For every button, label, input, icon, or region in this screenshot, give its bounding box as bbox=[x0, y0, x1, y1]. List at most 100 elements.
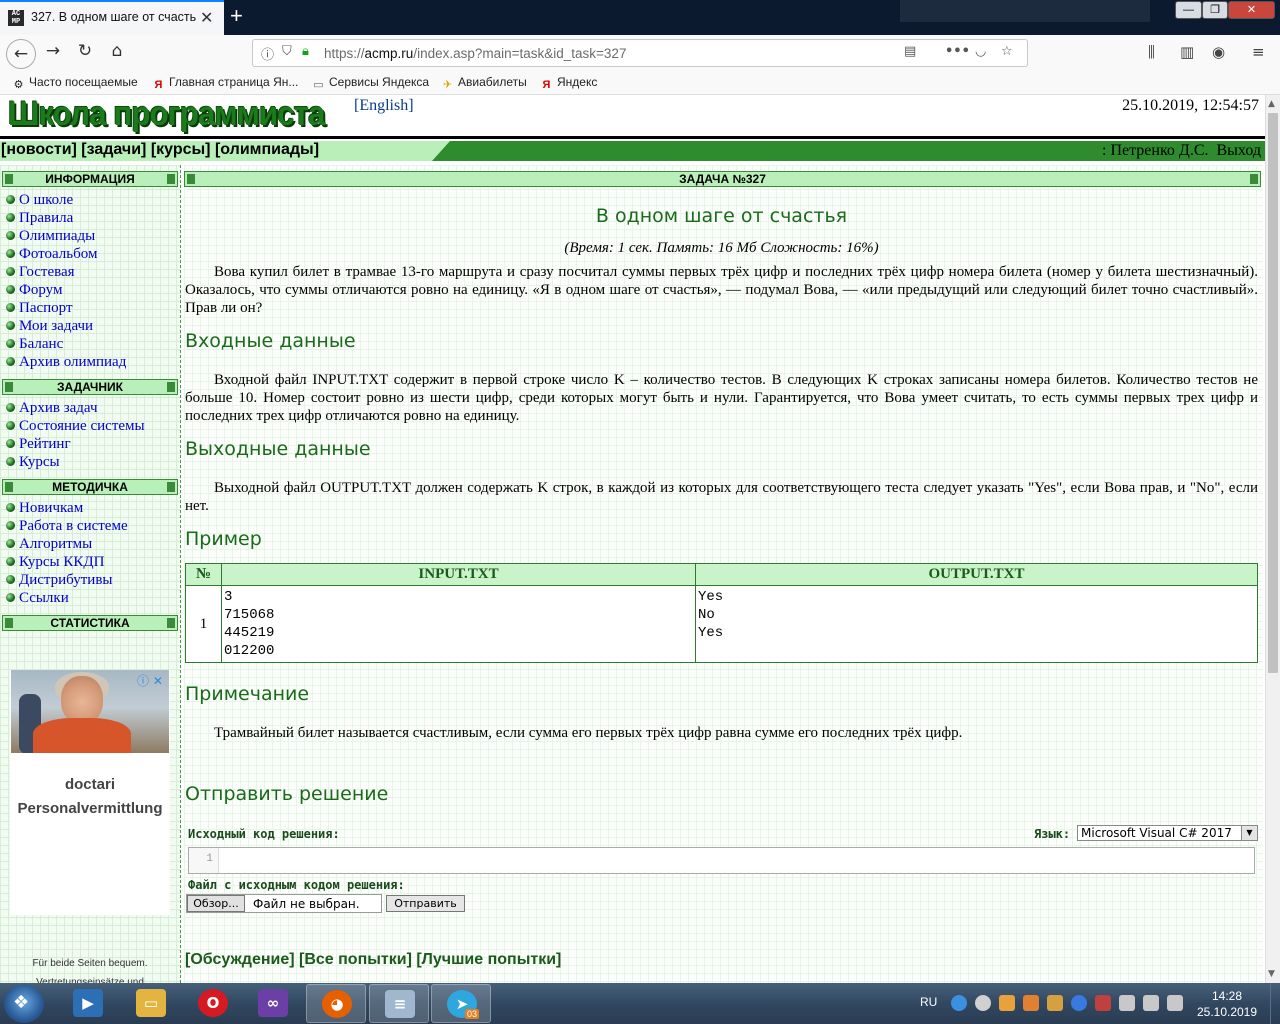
home-button[interactable]: ⌂ bbox=[104, 41, 130, 67]
sidebar-item-forum[interactable]: Форум bbox=[6, 282, 62, 299]
browser-tab[interactable]: AC MP 327. В одном шаге от счастья ✕ bbox=[0, 0, 224, 35]
col-num: № bbox=[185, 563, 222, 586]
sidebar-item-courses[interactable]: Курсы bbox=[6, 454, 60, 471]
ie-icon[interactable] bbox=[951, 995, 967, 1011]
network-icon[interactable] bbox=[1119, 995, 1135, 1011]
sidebar-item-guestbook[interactable]: Гостевая bbox=[6, 264, 75, 281]
user-name[interactable]: : Петренко Д.С. bbox=[1102, 142, 1209, 159]
input-language[interactable]: RU bbox=[920, 995, 937, 1009]
example-header-row: № INPUT.TXT OUTPUT.TXT bbox=[185, 563, 1258, 586]
app-tray-icon[interactable] bbox=[999, 995, 1015, 1011]
task-limits: (Время: 1 сек. Память: 16 Мб Сложность: … bbox=[564, 240, 879, 256]
scroll-down-icon[interactable]: ▼ bbox=[1268, 969, 1275, 979]
close-tab-icon[interactable]: ✕ bbox=[200, 8, 213, 28]
app-tray-icon[interactable] bbox=[1071, 995, 1087, 1011]
sidebar-item-beginners[interactable]: Новичкам bbox=[6, 500, 83, 517]
taskbar-firefox[interactable]: ◕ bbox=[306, 984, 366, 1023]
sidebar-icon[interactable]: ▥ bbox=[1180, 43, 1194, 61]
example-num: 1 bbox=[185, 585, 222, 663]
sidebar-item-distributions[interactable]: Дистрибутивы bbox=[6, 572, 113, 589]
reader-view-icon[interactable]: ▤ bbox=[904, 44, 916, 59]
back-button[interactable]: ← bbox=[6, 39, 36, 69]
sidebar-item-passport[interactable]: Паспорт bbox=[6, 300, 73, 317]
main-menu: [новости] [задачи] [курсы] [олимпиады] bbox=[0, 141, 450, 161]
show-desktop-button[interactable] bbox=[1270, 983, 1280, 1024]
file-input[interactable]: Обзор... Файл не выбран. bbox=[186, 894, 382, 913]
bullet-icon bbox=[6, 231, 15, 240]
menu-icon[interactable]: ≡ bbox=[1252, 43, 1265, 61]
system-clock[interactable]: 14:28 25.10.2019 bbox=[1195, 988, 1259, 1020]
user-info: : Петренко Д.С. Выход bbox=[1102, 142, 1261, 160]
bullet-icon bbox=[6, 249, 15, 258]
taskbar-opera[interactable]: O bbox=[183, 984, 243, 1023]
sidebar-item-my-tasks[interactable]: Мои задачи bbox=[6, 318, 93, 335]
action-center-icon[interactable] bbox=[1167, 995, 1183, 1011]
bullet-icon bbox=[6, 539, 15, 548]
url-text[interactable]: https://acmp.ru/index.asp?main=task&id_t… bbox=[324, 46, 626, 61]
start-button[interactable]: ❖ bbox=[4, 985, 44, 1023]
taskbar-media-player[interactable]: ▶ bbox=[58, 984, 118, 1023]
language-select[interactable]: Microsoft Visual C# 2017 ▼ bbox=[1077, 825, 1258, 841]
logout-link[interactable]: Выход bbox=[1217, 142, 1262, 159]
submit-button[interactable]: Отправить bbox=[386, 895, 465, 912]
source-code-editor[interactable]: 1 bbox=[188, 847, 1255, 874]
line-number-gutter: 1 bbox=[189, 848, 219, 873]
clock-date: 25.10.2019 bbox=[1196, 1005, 1258, 1019]
taskbar-explorer[interactable]: ▭ bbox=[121, 984, 181, 1023]
sidebar-item-system-work[interactable]: Работа в системе bbox=[6, 518, 128, 535]
app-tray-icon[interactable] bbox=[1047, 995, 1063, 1011]
page-scrollbar[interactable]: ▲ ▼ bbox=[1265, 95, 1280, 983]
site-logo[interactable]: Школа программиста bbox=[8, 95, 326, 134]
english-link[interactable]: [English] bbox=[354, 97, 414, 115]
bullet-icon bbox=[6, 195, 15, 204]
account-icon[interactable]: ◉ bbox=[1212, 43, 1225, 61]
bookmark-most-visited[interactable]: ⚙ Часто посещаемые bbox=[12, 75, 138, 92]
forward-button[interactable]: → bbox=[40, 41, 66, 67]
scroll-up-icon[interactable]: ▲ bbox=[1268, 99, 1275, 109]
shield-icon[interactable]: ⛉ bbox=[282, 44, 292, 59]
sidebar-item-olymp-archive[interactable]: Архив олимпиад bbox=[6, 354, 126, 371]
app-tray-icon[interactable] bbox=[1023, 995, 1039, 1011]
taskbar-notepad[interactable]: ≡ bbox=[369, 984, 429, 1023]
pocket-icon[interactable]: ◡ bbox=[975, 44, 986, 59]
sidebar-item-photos[interactable]: Фотоальбом bbox=[6, 246, 97, 263]
sidebar-item-rules[interactable]: Правила bbox=[6, 210, 73, 227]
page-actions-icon[interactable]: ••• bbox=[945, 44, 970, 59]
bookmark-star-icon[interactable]: ☆ bbox=[1001, 44, 1013, 59]
sidebar-item-task-archive[interactable]: Архив задач bbox=[6, 400, 98, 417]
minimize-button[interactable]: — bbox=[1175, 1, 1202, 19]
new-tab-button[interactable]: + bbox=[230, 3, 243, 29]
sidebar-item-olympiads[interactable]: Олимпиады bbox=[6, 228, 95, 245]
scrollbar-thumb[interactable] bbox=[1268, 113, 1278, 673]
maximize-button[interactable]: ❐ bbox=[1202, 1, 1228, 19]
ad-choices-icon[interactable]: ⓘ ✕ bbox=[137, 672, 163, 689]
ccleaner-icon[interactable] bbox=[975, 995, 991, 1011]
sidebar-item-balance[interactable]: Баланс bbox=[6, 336, 63, 353]
bookmark-yandex-services[interactable]: ▭ Сервисы Яндекса bbox=[312, 75, 429, 92]
example-input-text: 3 715068 445219 012200 bbox=[224, 589, 275, 659]
reload-button[interactable]: ↻ bbox=[72, 41, 98, 67]
bookmark-avia[interactable]: ✈ Авиабилеты bbox=[441, 75, 527, 92]
taskbar-visual-studio[interactable]: ∞ bbox=[243, 984, 303, 1023]
sidebar-item-rating[interactable]: Рейтинг bbox=[6, 436, 71, 453]
sidebar-item-kkdp-courses[interactable]: Курсы ККДП bbox=[6, 554, 104, 571]
sidebar-item-system-status[interactable]: Состояние системы bbox=[6, 418, 145, 435]
sidebar-item-about[interactable]: О школе bbox=[6, 192, 73, 209]
discussion-links[interactable]: [Обсуждение] [Все попытки] [Лучшие попыт… bbox=[185, 951, 561, 969]
advertisement[interactable]: ⓘ ✕ doctari Personalvermittlung Für beid… bbox=[10, 670, 170, 983]
taskbar-telegram[interactable]: ➤ 03 bbox=[431, 984, 491, 1023]
library-icon[interactable]: ⫼ bbox=[1148, 43, 1155, 61]
app-tray-icon[interactable] bbox=[1095, 995, 1111, 1011]
bookmark-yandex[interactable]: Я Яндекс bbox=[540, 75, 598, 92]
volume-icon[interactable] bbox=[1143, 995, 1159, 1011]
sidebar-item-links[interactable]: Ссылки bbox=[6, 590, 69, 607]
address-bar[interactable]: ⓘ ⛉ 🔒︎ https://acmp.ru/index.asp?main=ta… bbox=[252, 39, 1028, 67]
close-window-button[interactable]: ✕ bbox=[1228, 1, 1275, 19]
bookmark-yandex-home[interactable]: Я Главная страница Ян... bbox=[152, 75, 299, 92]
ad-title[interactable]: doctari Personalvermittlung bbox=[10, 773, 170, 821]
sidebar-item-algorithms[interactable]: Алгоритмы bbox=[6, 536, 92, 553]
main-menu-links[interactable]: [новости] [задачи] [курсы] [олимпиады] bbox=[1, 141, 319, 159]
info-icon[interactable]: ⓘ bbox=[261, 44, 274, 63]
browse-button[interactable]: Обзор... bbox=[187, 895, 245, 912]
sidebar-heading-problems: ЗАДАЧНИК bbox=[2, 379, 178, 395]
